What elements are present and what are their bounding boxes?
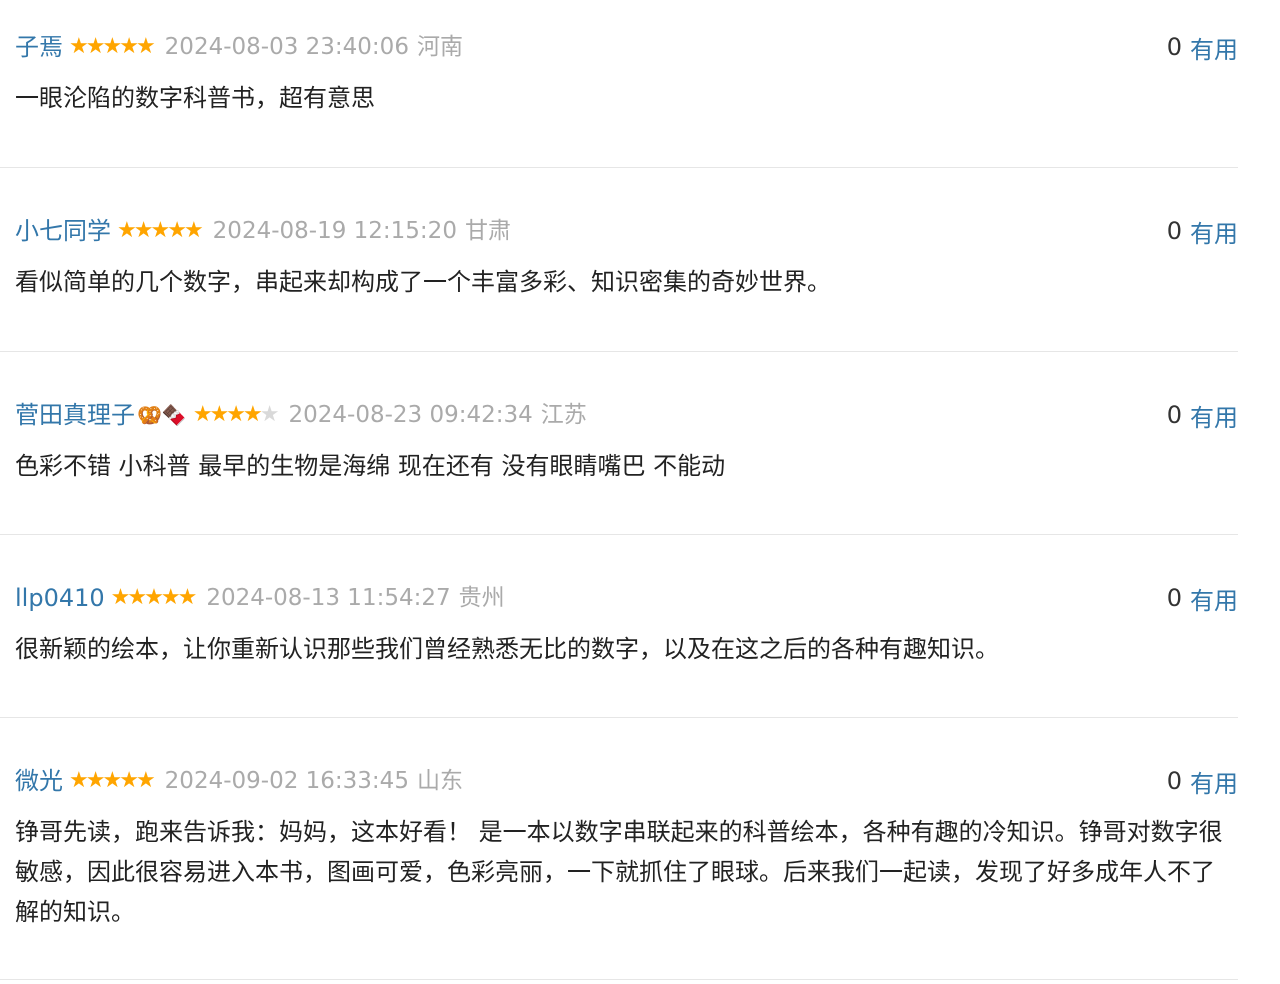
star-filled-icon: ★: [69, 34, 89, 59]
comment-time: 2024-08-23 09:42:34: [288, 402, 533, 428]
rating-stars: ★ ★ ★ ★ ★: [69, 768, 156, 793]
rating-stars: ★ ★ ★ ★ ★: [110, 585, 198, 610]
comment-location: 贵州: [458, 585, 505, 611]
useful-vote: 0 有用: [1167, 396, 1238, 434]
star-filled-icon: ★: [117, 218, 137, 243]
star-filled-icon: ★: [135, 768, 156, 793]
star-filled-icon: ★: [192, 402, 213, 427]
comment-header: 小七同学 ★ ★ ★ ★ ★ 2024-08-19 12:15:20 甘肃 0 有用: [15, 212, 1238, 250]
useful-vote: 0 有用: [1167, 762, 1238, 800]
star-filled-icon: ★: [135, 34, 156, 59]
star-filled-icon: ★: [144, 585, 164, 610]
star-filled-icon: ★: [102, 768, 122, 793]
comment-location: 江苏: [540, 402, 587, 428]
star-filled-icon: ★: [183, 218, 204, 243]
star-filled-icon: ★: [133, 218, 154, 243]
useful-count: 0: [1166, 217, 1182, 245]
comment-item: 微光 ★ ★ ★ ★ ★ 2024-09-02 16:33:45 山东 0 有用 铮哥先…: [0, 718, 1238, 980]
star-filled-icon: ★: [69, 768, 89, 793]
useful-vote: 0 有用: [1167, 28, 1238, 66]
comment-text: 看似简单的几个数字，串起来却构成了一个丰富多彩、知识密集的奇妙世界。: [15, 268, 831, 296]
useful-count: 0: [1166, 33, 1182, 61]
star-filled-icon: ★: [209, 402, 230, 427]
comment-username[interactable]: 微光: [15, 762, 63, 800]
comment-location: 甘肃: [464, 218, 511, 244]
comment-header: llp0410 ★ ★ ★ ★ ★ 2024-08-13 11:54:27 贵州 0 有…: [15, 579, 1238, 617]
comment-username[interactable]: 菅田真理子: [15, 396, 135, 434]
comment-header: 菅田真理子 🥨🍫 ★ ★ ★ ★ ★ 2024-08-23 09:42:34 江苏 0 …: [15, 396, 1238, 434]
rating-stars: ★ ★ ★ ★ ★: [117, 218, 204, 243]
comment-username[interactable]: 子焉: [15, 28, 63, 66]
star-filled-icon: ★: [119, 34, 139, 59]
star-filled-icon: ★: [160, 585, 181, 610]
useful-button[interactable]: 有用: [1190, 581, 1238, 616]
useful-vote: 0 有用: [1167, 212, 1238, 250]
comment-header: 微光 ★ ★ ★ ★ ★ 2024-09-02 16:33:45 山东 0 有用: [15, 762, 1238, 800]
comment-time: 2024-08-19 12:15:20: [212, 218, 457, 244]
star-filled-icon: ★: [127, 585, 147, 610]
comment-time: 2024-08-13 11:54:27: [206, 585, 451, 611]
comment-text: 一眼沦陷的数字科普书，超有意思: [15, 84, 375, 112]
star-filled-icon: ★: [243, 402, 263, 427]
comment-time: 2024-09-02 16:33:45: [164, 768, 409, 794]
comment-header: 子焉 ★ ★ ★ ★ ★ 2024-08-03 23:40:06 河南 0 有用: [15, 28, 1238, 66]
comment-item: 子焉 ★ ★ ★ ★ ★ 2024-08-03 23:40:06 河南 0 有用 一眼沦…: [0, 0, 1238, 168]
comment-item: 菅田真理子 🥨🍫 ★ ★ ★ ★ ★ 2024-08-23 09:42:34 江苏 0 …: [0, 352, 1238, 535]
comment-username[interactable]: 小七同学: [15, 212, 111, 250]
star-filled-icon: ★: [119, 768, 139, 793]
star-filled-icon: ★: [226, 402, 246, 427]
comment-list: 子焉 ★ ★ ★ ★ ★ 2024-08-03 23:40:06 河南 0 有用 一眼沦…: [0, 0, 1280, 984]
rating-stars: ★ ★ ★ ★ ★: [69, 34, 156, 59]
star-empty-icon: ★: [259, 402, 280, 427]
star-filled-icon: ★: [110, 585, 131, 610]
useful-count: 0: [1166, 401, 1182, 429]
comment-item: llp0410 ★ ★ ★ ★ ★ 2024-08-13 11:54:27 贵州 0 有…: [0, 535, 1238, 718]
user-badge-icon: 🥨🍫: [137, 403, 187, 427]
useful-button[interactable]: 有用: [1190, 214, 1238, 249]
useful-button[interactable]: 有用: [1190, 398, 1238, 433]
star-filled-icon: ★: [102, 34, 122, 59]
useful-vote: 0 有用: [1167, 579, 1238, 617]
comment-username[interactable]: llp0410: [15, 579, 105, 617]
comment-text: 铮哥先读，跑来告诉我：妈妈，这本好看！ 是一本以数字串联起来的科普绘本，各种有趣…: [15, 818, 1223, 926]
comment-item: 小七同学 ★ ★ ★ ★ ★ 2024-08-19 12:15:20 甘肃 0 有用 看…: [0, 168, 1238, 352]
useful-button[interactable]: 有用: [1190, 30, 1238, 65]
star-filled-icon: ★: [150, 218, 170, 243]
comment-text: 色彩不错 小科普 最早的生物是海绵 现在还有 没有眼睛嘴巴 不能动: [15, 452, 726, 480]
star-filled-icon: ★: [85, 768, 106, 793]
useful-button[interactable]: 有用: [1190, 764, 1238, 799]
comment-location: 河南: [416, 34, 463, 60]
comment-text: 很新颖的绘本，让你重新认识那些我们曾经熟悉无比的数字，以及在这之后的各种有趣知识…: [15, 635, 999, 663]
star-filled-icon: ★: [85, 34, 106, 59]
useful-count: 0: [1166, 584, 1182, 612]
comment-time: 2024-08-03 23:40:06: [164, 34, 409, 60]
rating-stars: ★ ★ ★ ★ ★: [192, 402, 280, 427]
star-filled-icon: ★: [167, 218, 187, 243]
comment-location: 山东: [416, 768, 463, 794]
useful-count: 0: [1166, 767, 1182, 795]
star-filled-icon: ★: [177, 585, 198, 610]
